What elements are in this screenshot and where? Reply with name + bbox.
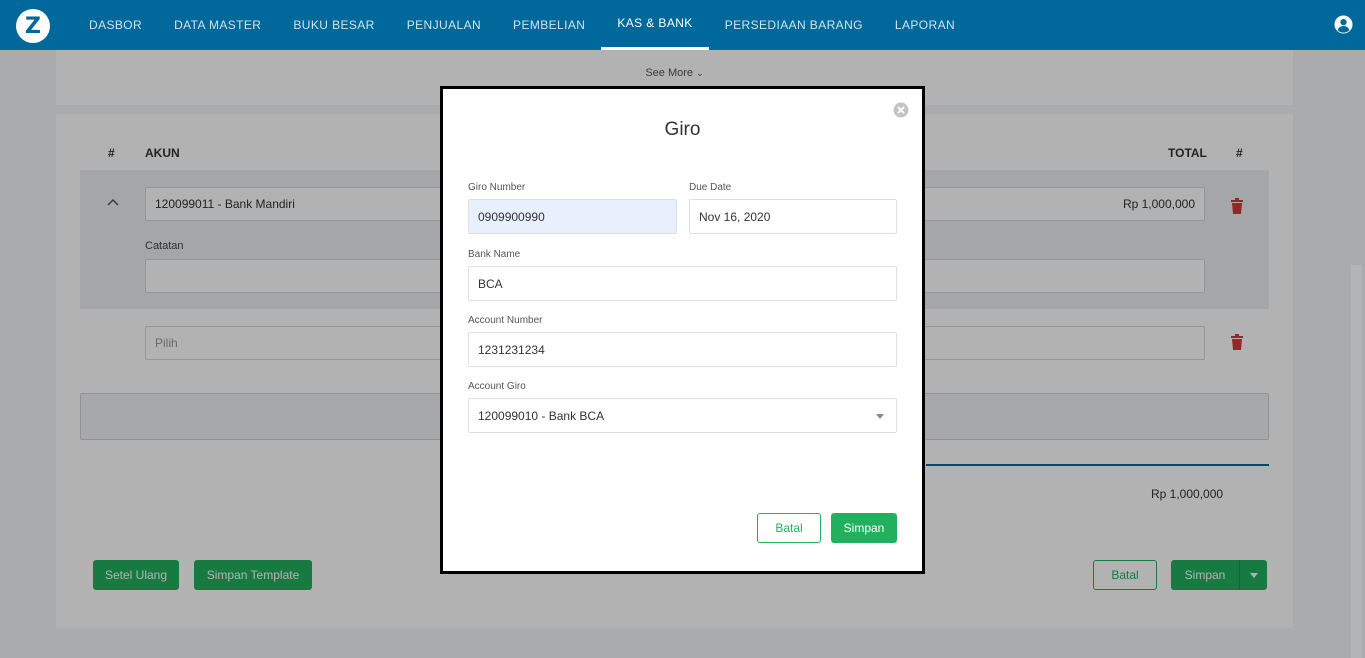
app-logo[interactable]: Z: [16, 9, 50, 43]
menu-item-kas-bank[interactable]: KAS & BANK: [601, 0, 709, 50]
bank-name-input[interactable]: BCA: [468, 266, 897, 301]
account-number-input[interactable]: 1231231234: [468, 332, 897, 367]
account-giro-select[interactable]: 120099010 - Bank BCA: [468, 398, 897, 433]
close-icon[interactable]: [893, 102, 909, 118]
menu-item-dasbor[interactable]: DASBOR: [73, 0, 158, 50]
due-date-label: Due Date: [689, 182, 732, 193]
main-menu: DASBOR DATA MASTER BUKU BESAR PENJUALAN …: [73, 0, 971, 50]
top-navbar: Z DASBOR DATA MASTER BUKU BESAR PENJUALA…: [0, 0, 1365, 50]
account-giro-value: 120099010 - Bank BCA: [478, 408, 605, 423]
page-scrollbar[interactable]: [1351, 265, 1362, 658]
bank-name-value: BCA: [478, 276, 503, 291]
giro-number-value: 0909900990: [478, 209, 545, 224]
giro-modal: Giro Giro Number 0909900990 Due Date Nov…: [440, 86, 925, 574]
giro-number-label: Giro Number: [468, 182, 526, 193]
due-date-input[interactable]: Nov 16, 2020: [689, 199, 897, 234]
account-giro-label: Account Giro: [468, 381, 526, 392]
modal-save-button[interactable]: Simpan: [831, 513, 897, 543]
menu-item-pembelian[interactable]: PEMBELIAN: [497, 0, 601, 50]
menu-item-data-master[interactable]: DATA MASTER: [158, 0, 277, 50]
menu-item-laporan[interactable]: LAPORAN: [879, 0, 971, 50]
due-date-value: Nov 16, 2020: [699, 209, 771, 224]
modal-cancel-button[interactable]: Batal: [757, 513, 821, 543]
menu-item-persediaan-barang[interactable]: PERSEDIAAN BARANG: [709, 0, 879, 50]
account-number-label: Account Number: [468, 315, 543, 326]
menu-item-penjualan[interactable]: PENJUALAN: [391, 0, 497, 50]
modal-title: Giro: [664, 119, 701, 140]
caret-down-icon: [876, 414, 884, 419]
menu-item-buku-besar[interactable]: BUKU BESAR: [277, 0, 390, 50]
giro-number-input[interactable]: 0909900990: [468, 199, 677, 234]
user-account-icon[interactable]: [1334, 15, 1353, 34]
logo-letter: Z: [25, 13, 41, 39]
account-number-value: 1231231234: [478, 342, 545, 357]
bank-name-label: Bank Name: [468, 249, 521, 260]
